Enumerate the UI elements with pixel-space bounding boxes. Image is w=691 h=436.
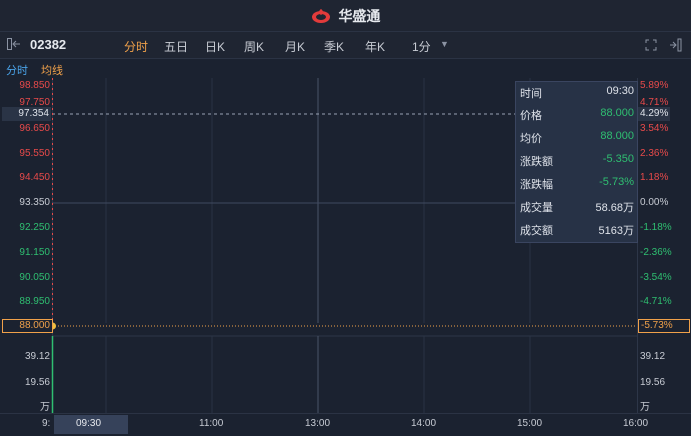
volume-unit: 万 (40, 402, 50, 413)
pct-tick: 1.18% (640, 172, 669, 183)
tab-daily-k[interactable]: 日K (205, 38, 225, 55)
time-axis: 9: 09:30 11:00 13:00 14:00 15:00 16:00 (0, 413, 691, 436)
price-tick: 88.950 (19, 296, 50, 307)
info-key: 价格 (520, 110, 542, 122)
time-tick: 9: (42, 418, 51, 429)
info-row-price: 价格 88.000 (516, 104, 637, 126)
time-tick: 15:00 (517, 418, 543, 429)
brand: 华盛通 (0, 6, 691, 26)
pct-tick: -4.71% (640, 296, 672, 307)
pct-tick: -3.54% (640, 272, 672, 283)
tab-quarterly-k[interactable]: 季K (324, 38, 344, 55)
info-key: 时间 (520, 88, 542, 100)
volume-tick: 39.12 (640, 351, 666, 362)
info-key: 均价 (520, 133, 542, 145)
pct-tick: -2.36% (640, 247, 672, 258)
chevron-down-icon[interactable]: ▼ (440, 39, 449, 49)
pct-tick: -1.18% (640, 222, 672, 233)
volume-tick: 19.56 (640, 377, 666, 388)
info-value: 58.68万 (595, 202, 634, 214)
crosshair-price-tag: 97.354 (2, 107, 51, 121)
info-value: 88.000 (600, 107, 634, 119)
collapse-panel-icon[interactable] (668, 38, 682, 52)
info-value: -5.350 (602, 153, 634, 165)
volume-tick: 19.56 (24, 377, 50, 388)
info-row-turnover: 成交额 5163万 (516, 219, 637, 241)
pct-tick: 0.00% (640, 197, 669, 208)
legend-average: 均线 (41, 65, 63, 77)
legend-timeshare: 分时 (6, 65, 28, 77)
crosshair-pct-tag: 4.29% (638, 107, 671, 121)
info-value: 88.000 (600, 130, 634, 142)
crosshair-time-tag: 09:30 (76, 418, 102, 429)
info-key: 成交量 (520, 202, 553, 214)
time-tick: 11:00 (199, 418, 224, 429)
info-row-volume: 成交量 58.68万 (516, 196, 637, 218)
tab-timeshare[interactable]: 分时 (124, 38, 148, 55)
time-tick: 16:00 (623, 418, 649, 429)
price-tick: 91.150 (19, 247, 50, 258)
price-tick: 95.550 (19, 148, 50, 159)
price-tick: 92.250 (19, 222, 50, 233)
price-tick: 98.850 (19, 80, 50, 91)
info-key: 成交额 (520, 225, 553, 237)
time-tick: 13:00 (305, 418, 331, 429)
legend-bar: 分时 均线 (0, 59, 691, 77)
price-tick: 90.050 (19, 272, 50, 283)
title-bar: 华盛通 (0, 0, 691, 32)
volume-unit: 万 (640, 402, 650, 413)
pct-tick: 3.54% (640, 123, 669, 134)
info-key: 涨跌幅 (520, 179, 553, 191)
tab-weekly-k[interactable]: 周K (244, 38, 264, 55)
tab-monthly-k[interactable]: 月K (285, 38, 305, 55)
time-tick: 14:00 (411, 418, 437, 429)
info-value: 5163万 (598, 225, 634, 237)
price-tick: 96.650 (19, 123, 50, 134)
tooltip-info-panel: 时间 09:30 价格 88.000 均价 88.000 涨跌额 -5.350 … (515, 81, 638, 243)
tab-five-day[interactable]: 五日 (164, 38, 188, 55)
info-row-change-pct: 涨跌幅 -5.73% (516, 173, 637, 195)
info-row-change: 涨跌额 -5.350 (516, 150, 637, 172)
pct-tick: 2.36% (640, 148, 669, 159)
tab-yearly-k[interactable]: 年K (365, 38, 385, 55)
current-pct-tag: -5.73% (638, 319, 690, 333)
price-tick: 94.450 (19, 172, 50, 183)
ticker-symbol: 02382 (30, 37, 67, 52)
info-row-time: 时间 09:30 (516, 82, 637, 104)
info-value: 09:30 (606, 85, 634, 97)
info-row-avg: 均价 88.000 (516, 127, 637, 149)
price-tick: 93.350 (19, 197, 50, 208)
sidebar-toggle-icon[interactable] (7, 38, 21, 50)
info-key: 涨跌额 (520, 156, 553, 168)
volume-tick: 39.12 (24, 351, 50, 362)
flame-logo-icon (311, 9, 330, 23)
fullscreen-icon[interactable] (645, 39, 657, 51)
brand-name: 华盛通 (338, 8, 381, 24)
info-value: -5.73% (599, 176, 634, 188)
pct-tick: 5.89% (640, 80, 669, 91)
current-price-tag: 88.000 (2, 319, 53, 333)
chart-toolbar: 02382 分时 五日 日K 周K 月K 季K 年K 1分 ▼ (0, 32, 691, 59)
interval-select[interactable]: 1分 (412, 38, 431, 55)
